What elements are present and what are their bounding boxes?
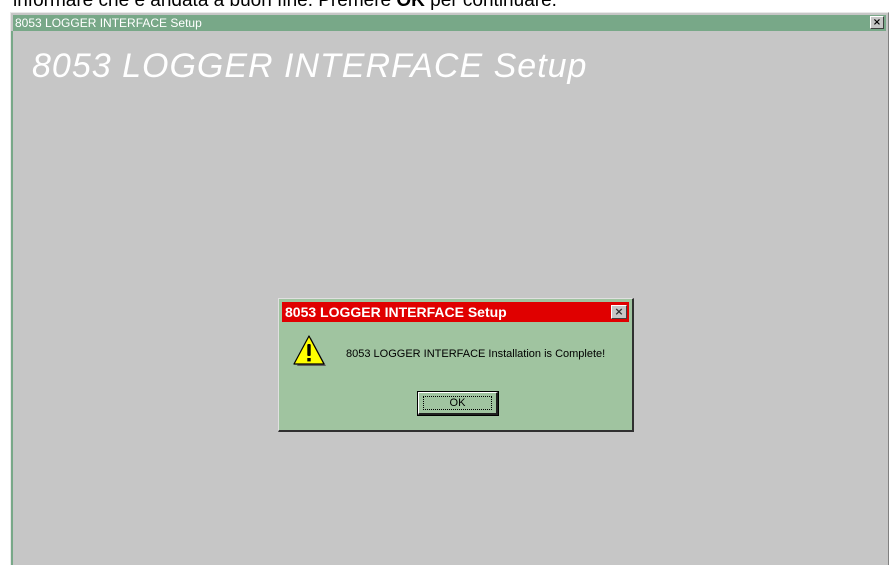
warning-icon <box>293 335 326 366</box>
ok-button[interactable]: OK <box>417 391 499 416</box>
ok-button-label: OK <box>423 396 492 410</box>
dialog-title: 8053 LOGGER INTERFACE Setup <box>285 304 507 320</box>
setup-main-window: 8053 LOGGER INTERFACE Setup × 8053 LOGGE… <box>10 12 889 565</box>
close-icon: × <box>614 305 624 318</box>
caption-text-before: informare che è andata a buon fine. Prem… <box>13 0 397 11</box>
installation-complete-dialog: 8053 LOGGER INTERFACE Setup × 8053 LOGGE… <box>278 298 634 432</box>
dialog-close-button[interactable]: × <box>611 305 627 319</box>
main-window-titlebar[interactable]: 8053 LOGGER INTERFACE Setup × <box>13 15 886 31</box>
main-window-title: 8053 LOGGER INTERFACE Setup <box>15 16 202 30</box>
dialog-message: 8053 LOGGER INTERFACE Installation is Co… <box>346 348 606 360</box>
setup-banner-title: 8053 LOGGER INTERFACE Setup <box>32 47 588 85</box>
caption-text-after: per continuare. <box>424 0 557 11</box>
window-left-border <box>11 31 13 565</box>
main-window-close-button[interactable]: × <box>870 16 884 29</box>
caption-bold-ok: OK <box>396 0 425 11</box>
close-icon: × <box>872 17 882 28</box>
page-caption: informare che è andata a buon fine. Prem… <box>13 0 557 12</box>
dialog-titlebar[interactable]: 8053 LOGGER INTERFACE Setup × <box>282 302 629 322</box>
